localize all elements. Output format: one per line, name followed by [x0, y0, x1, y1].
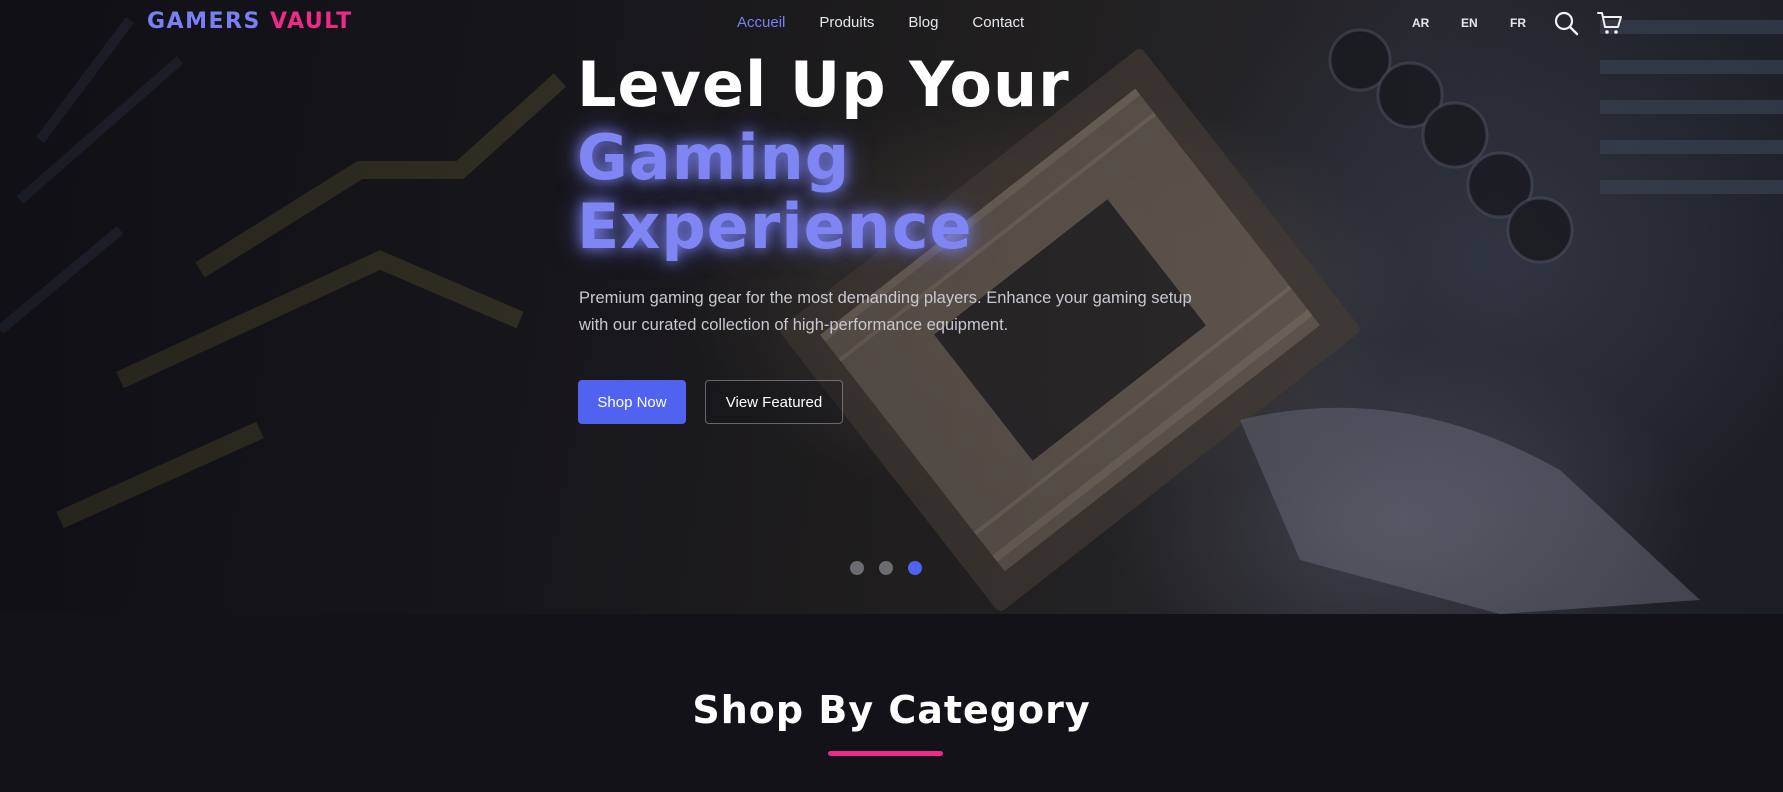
language-en[interactable]: EN — [1461, 16, 1510, 30]
brand-logo[interactable]: GAMERS VAULT — [147, 9, 353, 34]
nav-link-accueil[interactable]: Accueil — [737, 14, 785, 31]
section-title: Shop By Category — [692, 688, 1091, 732]
main-menu: Accueil Produits Blog Contact — [737, 14, 1058, 31]
carousel-dot-1[interactable] — [850, 561, 864, 575]
nav-link-produits[interactable]: Produits — [819, 14, 874, 31]
shop-now-button[interactable]: Shop Now — [578, 380, 686, 424]
hero-description: Premium gaming gear for the most demandi… — [579, 289, 1192, 334]
hero-title-line1: Level Up Your — [577, 48, 1070, 121]
top-navigation: GAMERS VAULT Accueil Produits Blog Conta… — [0, 0, 1783, 46]
cart-icon[interactable] — [1597, 10, 1623, 36]
brand-logo-part2: VAULT — [269, 9, 353, 34]
nav-link-contact[interactable]: Contact — [972, 14, 1024, 31]
hero-title-line2: Gaming — [577, 121, 851, 194]
language-switcher: AR EN FR — [1412, 16, 1559, 30]
carousel-dot-3[interactable] — [908, 561, 922, 575]
language-fr[interactable]: FR — [1510, 16, 1559, 30]
search-icon[interactable] — [1553, 10, 1579, 36]
view-featured-button[interactable]: View Featured — [705, 380, 843, 424]
carousel-dot-2[interactable] — [879, 561, 893, 575]
section-title-underline — [828, 751, 943, 756]
hero-title-line3: Experience — [577, 190, 973, 263]
brand-logo-part1: GAMERS — [147, 9, 261, 34]
language-ar[interactable]: AR — [1412, 16, 1461, 30]
carousel-indicators — [850, 561, 922, 575]
nav-link-blog[interactable]: Blog — [908, 14, 938, 31]
